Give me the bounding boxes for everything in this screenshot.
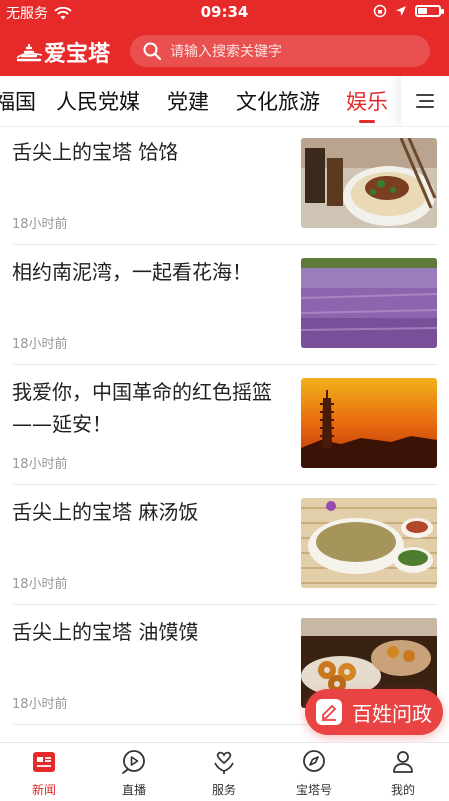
news-thumbnail-noodle	[301, 138, 437, 228]
public-inquiry-button[interactable]: 百姓问政	[305, 689, 443, 735]
news-item[interactable]: 相约南泥湾，一起看花海！ 18小时前	[12, 256, 437, 365]
news-title: 舌尖上的宝塔 饸饹	[12, 140, 179, 164]
nav-baotahao[interactable]: 宝塔号	[284, 749, 344, 798]
bottom-nav: 新闻 直播 服务 宝塔号 我的	[0, 742, 449, 801]
edit-icon	[316, 699, 342, 725]
channel-menu-button[interactable]	[401, 76, 449, 126]
battery-icon	[415, 5, 444, 17]
nav-baotahao-label: 宝塔号	[295, 783, 332, 797]
news-item[interactable]: 我爱你，中国革命的红色摇篮——延安！ 18小时前	[12, 376, 437, 485]
news-item[interactable]: 舌尖上的宝塔 饸饹 18小时前	[12, 136, 437, 245]
search-input[interactable]: 请输入搜索关键字	[130, 35, 430, 67]
news-time: 18小时前	[12, 457, 68, 472]
pagoda-logo-icon	[16, 44, 43, 62]
news-thumbnail-soup-bowl	[301, 498, 437, 588]
service-icon	[214, 751, 234, 774]
nav-live-label: 直播	[121, 783, 146, 797]
nav-service-label: 服务	[211, 783, 236, 797]
compass-icon	[303, 750, 325, 772]
nav-news[interactable]: 新闻	[14, 749, 74, 798]
location-icon	[396, 6, 406, 16]
news-time: 18小时前	[12, 217, 68, 232]
channel-tabs: 福国 人民党媒 党建 文化旅游 娱乐	[0, 76, 449, 127]
tab-yule[interactable]: 娱乐	[346, 86, 388, 116]
tab-renmin-dangmei[interactable]: 人民党媒	[56, 86, 140, 116]
nav-news-label: 新闻	[31, 783, 56, 797]
news-title: 相约南泥湾，一起看花海！	[12, 260, 252, 284]
news-time: 18小时前	[12, 697, 68, 712]
tab-wenhua-lvyou[interactable]: 文化旅游	[236, 86, 320, 116]
app-header: 无服务 09:34 爱宝塔 请输入搜索关键字	[0, 0, 449, 76]
app-logo[interactable]: 爱宝塔	[16, 36, 110, 68]
search-placeholder: 请输入搜索关键字	[170, 44, 282, 60]
rotation-lock-icon	[373, 4, 387, 18]
news-item[interactable]: 舌尖上的宝塔 麻汤饭 18小时前	[12, 496, 437, 605]
nav-mine-label: 我的	[390, 783, 415, 797]
play-icon	[122, 750, 145, 774]
nav-mine[interactable]: 我的	[373, 749, 433, 798]
nav-live[interactable]: 直播	[104, 749, 164, 798]
logo-text: 爱宝塔	[44, 41, 111, 67]
news-time: 18小时前	[12, 337, 68, 352]
active-tab-indicator	[359, 120, 375, 123]
search-icon	[143, 42, 162, 61]
news-thumbnail-pagoda-sunset	[301, 378, 437, 468]
status-bar: 无服务 09:34	[0, 0, 449, 24]
news-title: 舌尖上的宝塔 麻汤饭	[12, 500, 199, 524]
tab-fuguo[interactable]: 福国	[0, 86, 36, 116]
news-thumbnail-flower-field	[301, 258, 437, 348]
user-icon	[393, 751, 413, 773]
public-inquiry-label: 百姓问政	[352, 701, 432, 726]
news-title: 我爱你，中国革命的红色摇篮——延安！	[12, 380, 272, 436]
news-title: 舌尖上的宝塔 油馍馍	[12, 620, 199, 644]
tab-dangjian[interactable]: 党建	[167, 86, 209, 116]
nav-service[interactable]: 服务	[194, 749, 254, 798]
news-icon	[33, 752, 55, 772]
menu-icon	[416, 94, 434, 108]
news-time: 18小时前	[12, 577, 68, 592]
